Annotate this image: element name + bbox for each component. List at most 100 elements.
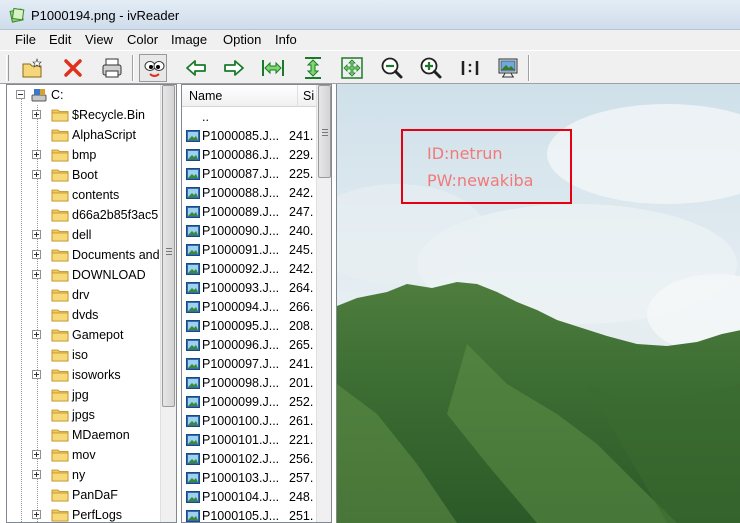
list-item[interactable]: P1000092.J... 242.	[182, 260, 316, 279]
tree-item-label: Documents and	[72, 248, 160, 262]
tree-item[interactable]: ny	[7, 465, 167, 485]
tree-item-label: Boot	[72, 168, 98, 182]
tree-item[interactable]: iso	[7, 345, 167, 365]
folder-tree[interactable]: C: $Recycle.Bin AlphaScript bmp Boot content…	[6, 84, 177, 523]
file-list[interactable]: Name Si .. P1000085.J... 241. P1000086.J..…	[181, 84, 332, 523]
close-button[interactable]	[59, 54, 87, 82]
tree-item-label: PerfLogs	[72, 508, 123, 522]
zoom-out-button[interactable]	[378, 54, 406, 82]
list-item[interactable]: P1000096.J... 265.	[182, 336, 316, 355]
tree-item[interactable]: drv	[7, 285, 167, 305]
slideshow-button[interactable]	[494, 54, 522, 82]
column-header-name[interactable]: Name	[189, 89, 222, 103]
list-item[interactable]: P1000085.J... 241.	[182, 127, 316, 146]
tree-item[interactable]: PerfLogs	[7, 505, 167, 522]
list-item[interactable]: P1000088.J... 242.	[182, 184, 316, 203]
tree-item-label: jpgs	[72, 408, 95, 422]
next-button[interactable]	[220, 54, 248, 82]
previous-button[interactable]	[182, 54, 210, 82]
image-file-icon	[186, 377, 200, 389]
list-item[interactable]: P1000101.J... 221.	[182, 431, 316, 450]
tree-item[interactable]: d66a2b85f3ac5	[7, 205, 167, 225]
parent-folder-row[interactable]: ..	[182, 108, 316, 127]
expand-toggle[interactable]	[32, 470, 41, 479]
tree-item[interactable]: jpgs	[7, 405, 167, 425]
open-folder-button[interactable]	[19, 54, 47, 82]
tree-item[interactable]: $Recycle.Bin	[7, 105, 167, 125]
menu-file[interactable]: File	[15, 32, 36, 47]
expand-toggle[interactable]	[32, 110, 41, 119]
annotation-id: ID:netrun	[427, 144, 503, 163]
expand-toggle[interactable]	[32, 250, 41, 259]
tree-item[interactable]: AlphaScript	[7, 125, 167, 145]
file-list-scrollbar[interactable]	[316, 85, 331, 522]
tree-item[interactable]: bmp	[7, 145, 167, 165]
expand-toggle[interactable]	[32, 510, 41, 519]
folder-icon	[51, 489, 69, 502]
list-item[interactable]: P1000090.J... 240.	[182, 222, 316, 241]
tree-item[interactable]: dell	[7, 225, 167, 245]
list-item[interactable]: P1000104.J... 248.	[182, 488, 316, 507]
tree-item[interactable]: jpg	[7, 385, 167, 405]
collapse-toggle[interactable]	[16, 90, 25, 99]
tree-scroll-thumb[interactable]	[162, 85, 175, 407]
column-divider[interactable]	[297, 85, 298, 107]
tree-item[interactable]: Boot	[7, 165, 167, 185]
list-item[interactable]: P1000102.J... 256.	[182, 450, 316, 469]
expand-toggle[interactable]	[32, 270, 41, 279]
list-item[interactable]: P1000099.J... 252.	[182, 393, 316, 412]
fit-height-button[interactable]	[299, 54, 327, 82]
list-item[interactable]: P1000089.J... 247.	[182, 203, 316, 222]
list-item[interactable]: P1000094.J... 266.	[182, 298, 316, 317]
tree-item[interactable]: PanDaF	[7, 485, 167, 505]
list-item[interactable]: P1000093.J... 264.	[182, 279, 316, 298]
expand-toggle[interactable]	[32, 450, 41, 459]
open-folder-icon	[22, 58, 42, 78]
tree-item-label: PanDaF	[72, 488, 118, 502]
expand-toggle[interactable]	[32, 330, 41, 339]
file-list-scroll-thumb[interactable]	[318, 85, 331, 178]
list-item[interactable]: P1000103.J... 257.	[182, 469, 316, 488]
menu-option[interactable]: Option	[223, 32, 261, 47]
list-item[interactable]: P1000105.J... 251.	[182, 507, 316, 522]
list-item[interactable]: P1000087.J... 225.	[182, 165, 316, 184]
tree-item[interactable]: Documents and	[7, 245, 167, 265]
file-name: P1000089.J...	[202, 205, 280, 219]
menu-edit[interactable]: Edit	[49, 32, 71, 47]
expand-toggle[interactable]	[32, 230, 41, 239]
tree-item-label: d66a2b85f3ac5	[72, 208, 159, 222]
menu-view[interactable]: View	[85, 32, 113, 47]
expand-toggle[interactable]	[32, 150, 41, 159]
file-name: P1000099.J...	[202, 395, 280, 409]
expand-toggle[interactable]	[32, 170, 41, 179]
tree-item[interactable]: MDaemon	[7, 425, 167, 445]
image-viewer[interactable]: ID:netrun PW:newakiba	[336, 84, 740, 523]
menu-image[interactable]: Image	[171, 32, 207, 47]
tree-item[interactable]: mov	[7, 445, 167, 465]
menu-info[interactable]: Info	[275, 32, 297, 47]
list-item[interactable]: P1000100.J... 261.	[182, 412, 316, 431]
fit-window-button[interactable]	[338, 54, 366, 82]
expand-toggle[interactable]	[32, 370, 41, 379]
toolbar-grip[interactable]	[6, 55, 9, 81]
print-button[interactable]	[98, 54, 126, 82]
tree-item[interactable]: dvds	[7, 305, 167, 325]
list-item[interactable]: P1000098.J... 201.	[182, 374, 316, 393]
list-item[interactable]: P1000097.J... 241.	[182, 355, 316, 374]
tree-item[interactable]: DOWNLOAD	[7, 265, 167, 285]
tree-item[interactable]: contents	[7, 185, 167, 205]
tree-root-drive[interactable]: C:	[7, 85, 167, 105]
column-header-size[interactable]: Si	[303, 89, 314, 103]
tree-item[interactable]: Gamepot	[7, 325, 167, 345]
zoom-in-button[interactable]	[417, 54, 445, 82]
fit-width-button[interactable]	[259, 54, 287, 82]
list-item[interactable]: P1000086.J... 229.	[182, 146, 316, 165]
view-toggle-button[interactable]	[139, 54, 167, 82]
list-item[interactable]: P1000091.J... 245.	[182, 241, 316, 260]
actual-size-button[interactable]	[456, 54, 484, 82]
tree-item[interactable]: isoworks	[7, 365, 167, 385]
file-name: P1000100.J...	[202, 414, 280, 428]
menu-color[interactable]: Color	[127, 32, 158, 47]
list-item[interactable]: P1000095.J... 208.	[182, 317, 316, 336]
tree-scrollbar[interactable]	[160, 85, 176, 522]
